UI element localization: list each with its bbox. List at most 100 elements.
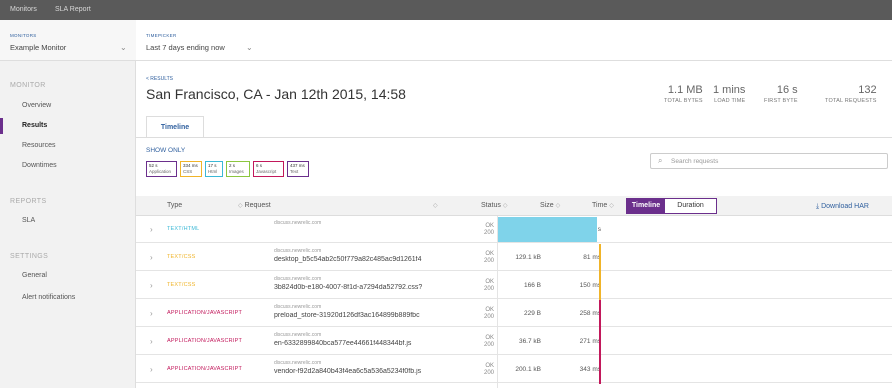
row-type: TEXT/HTML <box>167 226 200 232</box>
expand-chevron-icon[interactable]: › <box>150 281 153 290</box>
row-status: OK 200 <box>454 363 494 377</box>
page-title: San Francisco, CA - Jan 12th 2015, 14:58 <box>146 86 406 102</box>
stat-first-byte: 16 s FIRST BYTE <box>764 84 798 104</box>
search-input[interactable] <box>671 156 871 167</box>
row-status: OK 200 <box>454 279 494 293</box>
row-status-text: OK <box>485 279 494 285</box>
filter-html[interactable]: 17 s Html <box>205 161 223 177</box>
filter-value: 17 s <box>208 163 217 168</box>
row-status-code: 200 <box>483 258 494 264</box>
sort-icon: ◇ <box>502 203 508 209</box>
sidebar-section-reports: REPORTS <box>10 198 47 205</box>
expand-chevron-icon[interactable]: › <box>150 225 153 234</box>
timeline-bar <box>598 356 602 384</box>
row-domain: discuss.newrelic.com <box>274 248 322 254</box>
row-type: TEXT/CSS <box>167 282 196 288</box>
row-status: OK 200 <box>454 335 494 349</box>
column-header-request[interactable]: ◇ Request <box>238 202 271 209</box>
sidebar-item-label: SLA <box>22 217 36 224</box>
stat-label: FIRST BYTE <box>764 98 798 104</box>
row-status-text: OK <box>485 223 494 229</box>
top-nav-sla-report[interactable]: SLA Report <box>55 6 91 13</box>
filter-css[interactable]: 334 ms CSS <box>180 161 202 177</box>
stat-total-bytes: 1.1 MB TOTAL BYTES <box>664 84 703 104</box>
toggle-duration-button[interactable]: Duration <box>665 199 716 213</box>
column-header-label: Request <box>244 202 271 209</box>
stat-value: 1.1 MB <box>667 84 703 96</box>
expand-chevron-icon[interactable]: › <box>150 253 153 262</box>
stat-total-requests: 132 TOTAL REQUESTS <box>825 84 877 104</box>
view-toggle: Timeline Duration <box>626 198 717 214</box>
timeline-bar <box>598 272 602 300</box>
timeline-bar <box>498 217 597 242</box>
sidebar-item-overview[interactable]: Overview <box>0 98 135 114</box>
sort-icon: ◇ <box>555 203 561 209</box>
sidebar-item-results[interactable]: Results <box>0 118 135 134</box>
expand-chevron-icon[interactable]: › <box>150 309 153 318</box>
stat-label: TOTAL REQUESTS <box>825 98 877 104</box>
back-to-results-link[interactable]: < RESULTS <box>146 76 173 82</box>
timeline-column <box>497 216 892 388</box>
search-icon: ⌕ <box>658 156 663 165</box>
row-status-text: OK <box>485 335 494 341</box>
row-status-code: 200 <box>483 314 494 320</box>
column-header-size[interactable]: Size ◇ <box>540 202 560 209</box>
timepicker[interactable]: TIMEPICKER Last 7 days ending now ⌄ <box>136 20 276 60</box>
row-type: TEXT/CSS <box>167 254 196 260</box>
filter-label: Javascript <box>256 169 277 174</box>
tab-timeline[interactable]: Timeline <box>146 116 204 138</box>
top-nav-bar: Monitors SLA Report <box>0 0 892 20</box>
sidebar-section-settings: SETTINGS <box>10 253 49 260</box>
download-har-button[interactable]: ⤓ Download HAR <box>816 203 869 211</box>
row-status-code: 200 <box>483 370 494 376</box>
sidebar-item-general[interactable]: General <box>0 268 135 284</box>
sidebar-item-label: Alert notifications <box>22 294 76 301</box>
sidebar-item-resources[interactable]: Resources <box>0 138 135 154</box>
timepicker-caption: TIMEPICKER <box>146 33 177 38</box>
column-header-type[interactable]: Type <box>167 202 182 209</box>
download-har-label: Download HAR <box>821 203 869 210</box>
row-type: APPLICATION/JAVASCRIPT <box>167 338 242 344</box>
filter-images[interactable]: 2 s Images <box>226 161 250 177</box>
filter-label: CSS <box>183 169 193 174</box>
sidebar: MONITORS Example Monitor ⌄ MONITOR Overv… <box>0 20 136 388</box>
show-only-heading: SHOW ONLY <box>146 147 186 154</box>
download-icon: ⤓ <box>816 203 820 210</box>
row-type: APPLICATION/JAVASCRIPT <box>167 366 242 372</box>
sort-icon: ◇ <box>238 203 243 209</box>
column-header-time[interactable]: Time ◇ <box>592 202 614 209</box>
toggle-timeline-button[interactable]: Timeline <box>627 199 665 213</box>
expand-chevron-icon[interactable]: › <box>150 337 153 346</box>
row-status-text: OK <box>485 251 494 257</box>
expand-chevron-icon[interactable]: › <box>150 365 153 374</box>
row-status-code: 200 <box>483 342 494 348</box>
filter-application[interactable]: 52 s Application <box>146 161 177 177</box>
filter-value: 52 s <box>149 163 158 168</box>
sidebar-item-sla[interactable]: SLA <box>0 213 135 229</box>
sort-icon: ◇ <box>433 203 438 209</box>
sidebar-item-alert-notifications[interactable]: Alert notifications <box>0 290 135 306</box>
timepicker-bar: TIMEPICKER Last 7 days ending now ⌄ <box>136 20 892 61</box>
filter-value: 6 s <box>256 163 263 168</box>
column-header-label: Time <box>592 202 608 209</box>
row-domain: discuss.newrelic.com <box>274 332 322 338</box>
filter-value: 437 ms <box>290 163 305 168</box>
filter-javascript[interactable]: 6 s Javascript <box>253 161 284 177</box>
monitor-picker-value: Example Monitor <box>10 43 67 52</box>
filter-label: Images <box>229 169 244 174</box>
filter-label: Application <box>149 169 172 174</box>
sidebar-item-label: Overview <box>22 102 52 109</box>
chevron-down-icon: ⌄ <box>120 43 127 52</box>
timeline-bar <box>598 244 602 272</box>
top-nav-monitors[interactable]: Monitors <box>10 6 37 13</box>
column-header-label: Size <box>540 202 554 209</box>
row-status: OK 200 <box>454 251 494 265</box>
column-header-status[interactable]: Status ◇ <box>481 202 507 209</box>
request-sort-toggle[interactable]: ◇ <box>433 202 438 209</box>
row-status-text: OK <box>485 363 494 369</box>
monitor-picker[interactable]: MONITORS Example Monitor ⌄ <box>0 20 136 61</box>
row-status: OK 200 <box>454 307 494 321</box>
sidebar-item-downtimes[interactable]: Downtimes <box>0 158 135 174</box>
row-domain: discuss.newrelic.com <box>274 360 322 366</box>
filter-text[interactable]: 437 ms Text <box>287 161 309 177</box>
